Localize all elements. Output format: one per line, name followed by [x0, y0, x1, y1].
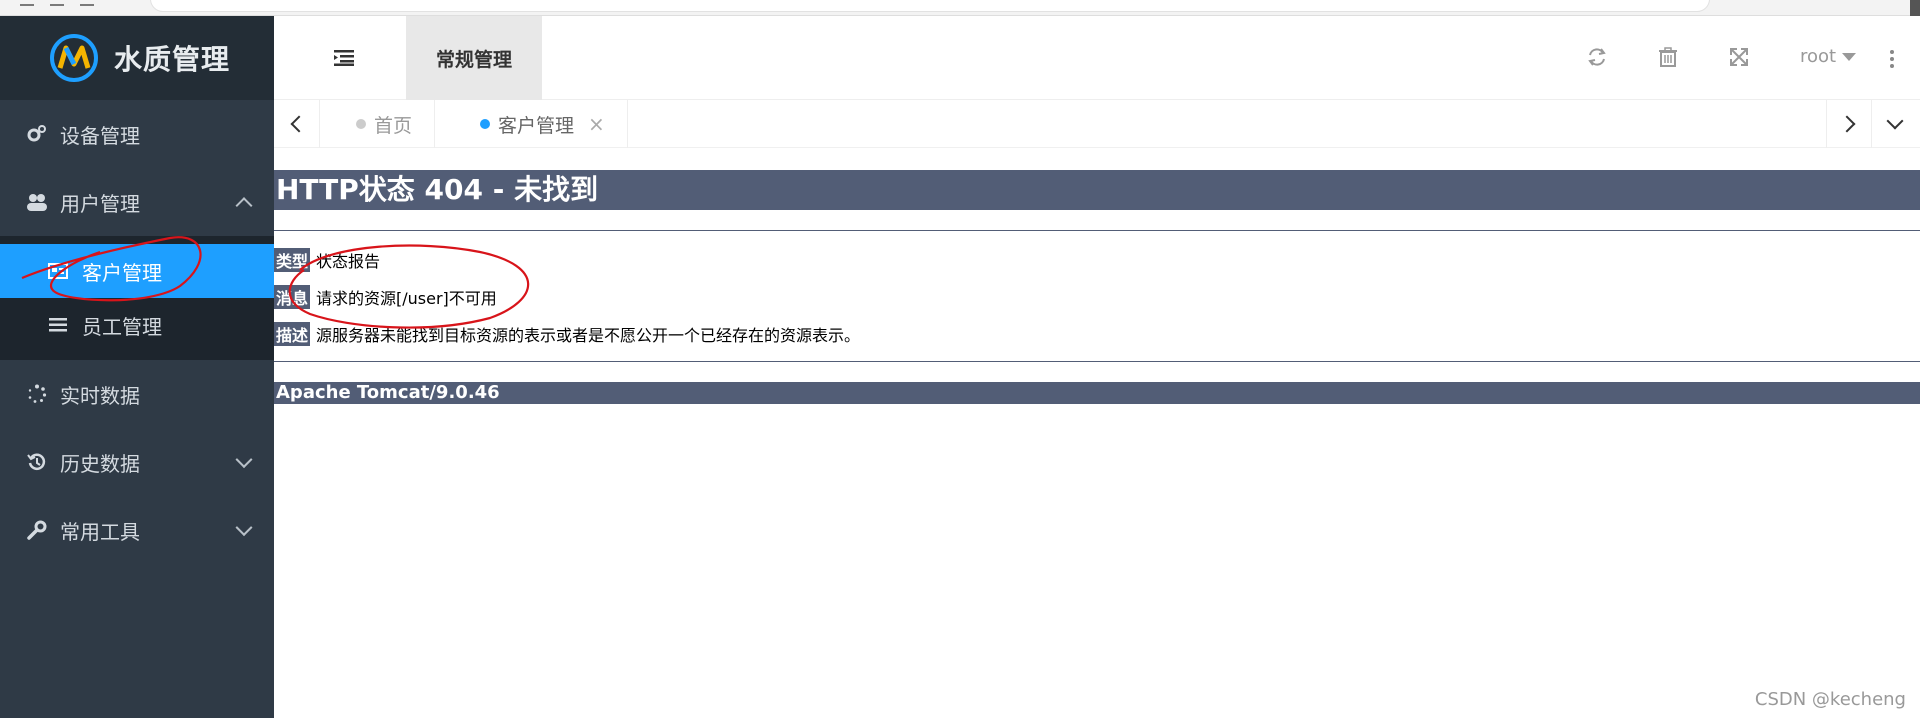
page-tab-strip: 首页 客户管理 ×: [274, 100, 1920, 148]
type-label: 类型: [274, 248, 311, 272]
top-header: 常规管理 root: [274, 16, 1920, 100]
refresh-icon[interactable]: [1586, 46, 1608, 68]
history-icon: [26, 451, 48, 473]
gears-icon: [26, 123, 48, 145]
message-value: 请求的资源[/user]不可用: [316, 289, 497, 308]
tab-customer-management[interactable]: 客户管理 ×: [458, 100, 628, 148]
chevron-down-icon: [235, 451, 253, 469]
chevron-up-icon: [235, 197, 253, 215]
error-description-line: 描述 源服务器未能找到目标资源的表示或者是不愿公开一个已经存在的资源表示。: [274, 322, 860, 346]
tab-scroll-right-button[interactable]: [1826, 100, 1872, 148]
logo-icon: [50, 34, 98, 82]
sidebar: 水质管理 设备管理 用户管理 客户管理 员工管理 实时数据 历史数据 常用工具: [0, 16, 274, 718]
error-title: HTTP状态 404 - 未找到: [274, 170, 1920, 210]
caret-down-icon: [1842, 52, 1857, 61]
server-info-bar: Apache Tomcat/9.0.46: [274, 382, 1920, 404]
fullscreen-icon[interactable]: [1728, 46, 1750, 68]
chevron-down-icon: [1886, 112, 1904, 130]
sidebar-item-label: 实时数据: [60, 383, 140, 408]
wrench-icon: [26, 519, 48, 541]
error-type-line: 类型 状态报告: [274, 248, 380, 272]
username: root: [1800, 46, 1837, 67]
sidebar-item-label: 用户管理: [60, 191, 140, 216]
forward-icon[interactable]: [50, 0, 64, 6]
tab-scroll-left-button[interactable]: [274, 100, 320, 148]
contact-card-icon: [48, 261, 68, 281]
user-menu[interactable]: root: [1800, 46, 1857, 67]
app-title: 水质管理: [114, 43, 231, 76]
sidebar-item-label: 设备管理: [60, 123, 140, 148]
more-options-icon[interactable]: [1890, 50, 1894, 68]
watermark: CSDN @kecheng: [1754, 689, 1906, 710]
sidebar-item-staff-management[interactable]: 员工管理: [0, 298, 274, 352]
content-frame: HTTP状态 404 - 未找到 类型 状态报告 消息 请求的资源[/user]…: [274, 148, 1920, 718]
sidebar-item-history-data[interactable]: 历史数据: [0, 428, 274, 496]
divider: [274, 230, 1920, 231]
tab-home[interactable]: 首页: [334, 100, 436, 148]
address-bar[interactable]: [150, 0, 1710, 12]
tab-label: 首页: [374, 114, 413, 137]
chevron-down-icon: [235, 519, 253, 537]
description-value: 源服务器未能找到目标资源的表示或者是不愿公开一个已经存在的资源表示。: [316, 326, 861, 345]
sidebar-item-label: 客户管理: [82, 260, 162, 285]
module-tab-general[interactable]: 常规管理: [406, 16, 542, 100]
sidebar-item-common-tools[interactable]: 常用工具: [0, 496, 274, 564]
back-icon[interactable]: [20, 0, 34, 6]
description-label: 描述: [274, 322, 311, 346]
sidebar-item-realtime-data[interactable]: 实时数据: [0, 360, 274, 428]
trash-icon[interactable]: [1657, 46, 1679, 68]
tab-label: 客户管理: [498, 114, 575, 137]
sidebar-item-label: 员工管理: [82, 314, 162, 339]
list-icon: [48, 315, 68, 335]
sidebar-item-user-management[interactable]: 用户管理: [0, 168, 274, 236]
tab-status-dot: [480, 119, 490, 129]
sidebar-item-label: 历史数据: [60, 451, 140, 476]
chevron-left-icon: [290, 115, 307, 133]
menu-toggle-icon[interactable]: [334, 50, 354, 66]
error-message-line: 消息 请求的资源[/user]不可用: [274, 285, 497, 309]
tab-status-dot: [356, 119, 366, 129]
users-icon: [26, 191, 48, 213]
user-management-submenu: 客户管理 员工管理: [0, 236, 274, 360]
tab-options-button[interactable]: [1872, 100, 1918, 148]
spinner-icon: [26, 383, 48, 405]
message-label: 消息: [274, 285, 311, 309]
close-icon[interactable]: ×: [588, 112, 605, 136]
logo-area[interactable]: 水质管理: [0, 16, 274, 100]
reload-icon[interactable]: [80, 0, 94, 6]
type-value: 状态报告: [316, 252, 381, 271]
chevron-right-icon: [1838, 115, 1856, 133]
sidebar-item-label: 常用工具: [60, 519, 140, 544]
browser-toolbar: [0, 0, 1920, 16]
divider: [274, 361, 1920, 362]
sidebar-item-customer-management[interactable]: 客户管理: [0, 244, 274, 298]
sidebar-item-device-management[interactable]: 设备管理: [0, 100, 274, 168]
